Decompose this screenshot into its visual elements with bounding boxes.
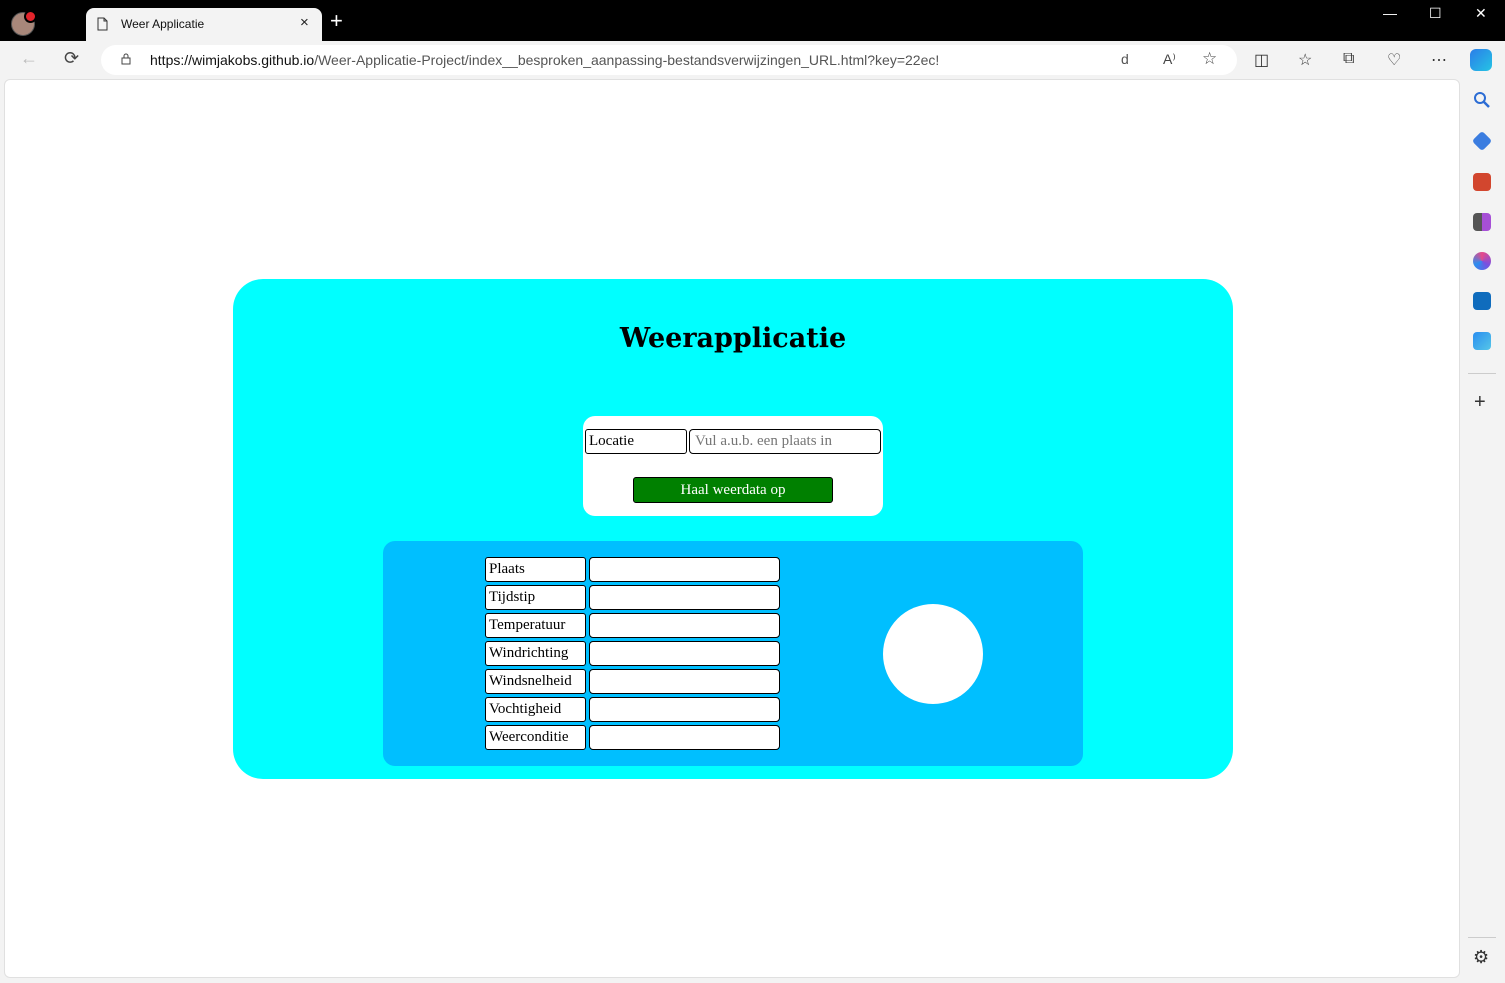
close-window-icon[interactable]: ✕ [1475, 5, 1487, 22]
result-label-temperatuur: Temperatuur [485, 613, 586, 638]
sidebar-divider-bottom [1468, 937, 1496, 938]
split-screen-icon[interactable]: ◫ [1254, 50, 1269, 70]
refresh-icon[interactable]: ⟳ [64, 48, 79, 69]
telegram-icon[interactable] [1473, 332, 1491, 350]
result-value-windrichting [589, 641, 780, 666]
briefcase-icon[interactable] [1473, 173, 1491, 191]
favorite-star-icon[interactable]: ☆ [1202, 49, 1217, 69]
weather-results-panel: Plaats Tijdstip Temperatuur Windrichting… [383, 541, 1083, 766]
location-label: Locatie [585, 429, 687, 454]
location-form: Locatie Vul a.u.b. een plaats in Haal we… [583, 416, 883, 516]
url-text[interactable]: https://wimjakobs.github.io/Weer-Applica… [150, 52, 939, 68]
back-icon[interactable]: ← [20, 48, 38, 69]
collections-icon[interactable]: ⧉ [1343, 50, 1354, 68]
result-label-plaats: Plaats [485, 557, 586, 582]
result-label-weerconditie: Weerconditie [485, 725, 586, 750]
outlook-icon[interactable] [1473, 292, 1491, 310]
result-label-windrichting: Windrichting [485, 641, 586, 666]
settings-icon[interactable]: ⚙ [1473, 947, 1489, 968]
search-icon[interactable] [1473, 91, 1491, 109]
new-tab-button[interactable]: + [330, 10, 343, 32]
fetch-weather-button[interactable]: Haal weerdata op [633, 477, 833, 503]
url-suffix: d [1121, 51, 1129, 67]
page-title: Weerapplicatie [619, 323, 847, 354]
result-value-temperatuur [589, 613, 780, 638]
result-label-tijdstip: Tijdstip [485, 585, 586, 610]
profile-avatar[interactable] [11, 10, 37, 36]
weather-app-container: Weerapplicatie Locatie Vul a.u.b. een pl… [233, 279, 1233, 779]
page-icon [97, 17, 108, 31]
notification-dot [24, 10, 37, 23]
url-domain: https://wimjakobs.github.io [150, 52, 315, 68]
favorites-icon[interactable]: ☆ [1298, 50, 1312, 70]
read-aloud-icon[interactable]: A⁾ [1163, 51, 1176, 68]
location-input[interactable]: Vul a.u.b. een plaats in [689, 429, 881, 454]
minimize-icon[interactable]: — [1383, 5, 1397, 21]
chess-icon[interactable] [1473, 213, 1491, 231]
add-icon[interactable]: + [1474, 391, 1486, 414]
weather-condition-icon [883, 604, 983, 704]
result-value-vochtigheid [589, 697, 780, 722]
office-icon[interactable] [1473, 252, 1491, 270]
result-value-windsnelheid [589, 669, 780, 694]
more-icon[interactable]: ⋯ [1431, 50, 1447, 70]
result-label-vochtigheid: Vochtigheid [485, 697, 586, 722]
result-value-plaats [589, 557, 780, 582]
browser-sidebar: + ⚙ [1461, 79, 1505, 983]
sidebar-divider [1468, 373, 1496, 374]
browser-essentials-icon[interactable]: ♡ [1387, 50, 1401, 70]
browser-title-bar: Weer Applicatie × + — ☐ ✕ [0, 0, 1505, 41]
url-path: /Weer-Applicatie-Project/index__besproke… [314, 52, 940, 68]
maximize-icon[interactable]: ☐ [1429, 5, 1442, 22]
result-value-tijdstip [589, 585, 780, 610]
copilot-icon[interactable] [1470, 49, 1492, 71]
result-label-windsnelheid: Windsnelheid [485, 669, 586, 694]
result-value-weerconditie [589, 725, 780, 750]
address-bar[interactable]: https://wimjakobs.github.io/Weer-Applica… [101, 45, 1237, 75]
tab-close-icon[interactable]: × [300, 14, 309, 31]
lock-icon [121, 53, 131, 65]
tab-title: Weer Applicatie [121, 17, 205, 31]
browser-toolbar: ← ⟳ https://wimjakobs.github.io/Weer-App… [0, 41, 1505, 79]
page-viewport: Weerapplicatie Locatie Vul a.u.b. een pl… [4, 79, 1460, 978]
tag-icon[interactable] [1471, 130, 1493, 152]
browser-tab[interactable]: Weer Applicatie × [86, 8, 322, 41]
